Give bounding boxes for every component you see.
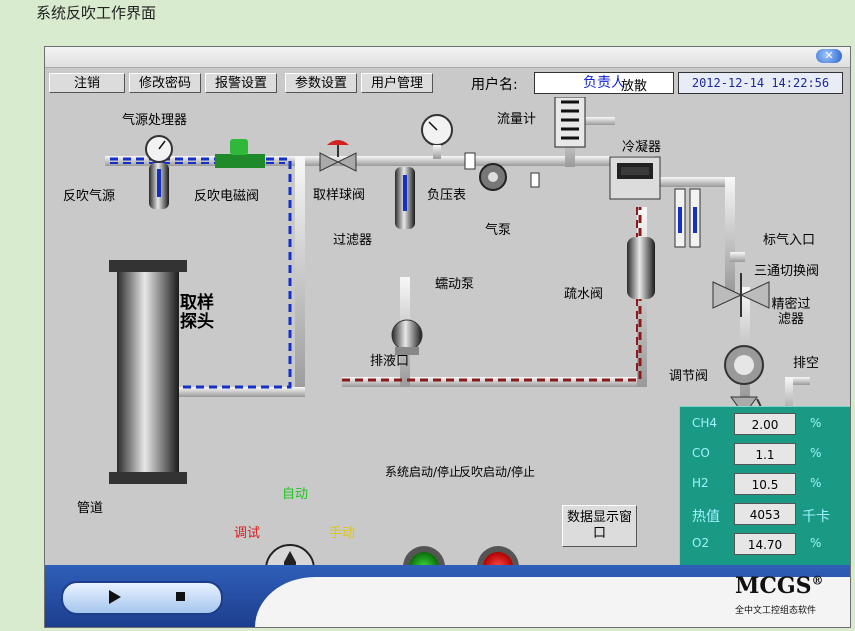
- reading-name: 热值: [692, 509, 720, 525]
- reading-name: CH4: [692, 416, 718, 430]
- sampling-probe-icon: [117, 267, 179, 477]
- mode-manual-label: 手动: [329, 526, 356, 541]
- reading-unit: 千卡: [802, 509, 830, 525]
- drain-valve-label: 疏水阀: [564, 287, 604, 302]
- air-pump-label: 气泵: [485, 223, 512, 238]
- neg-pressure-gauge-label: 负压表: [427, 188, 467, 203]
- playback-controls: [61, 581, 223, 615]
- title-bar: ✕: [45, 47, 850, 68]
- sampling-ball-valve-label: 取样球阀: [313, 188, 366, 203]
- datetime-display: 2012-12-14 14:22:56: [678, 72, 843, 94]
- reading-name: H2: [692, 476, 709, 490]
- reading-name: CO: [692, 446, 710, 460]
- reading-value: 1.1: [734, 443, 796, 465]
- logout-button[interactable]: 注销: [49, 73, 125, 93]
- regulating-valve-label: 调节阀: [669, 369, 709, 384]
- exhaust-label: 排空: [793, 356, 820, 371]
- user-management-button[interactable]: 用户管理: [361, 73, 433, 93]
- backflush-start-stop-label: 反吹启动/停止: [458, 465, 536, 479]
- data-window-button[interactable]: 数据显示窗口: [562, 505, 637, 547]
- flowmeter-label: 流量计: [497, 112, 537, 127]
- pipe-label: 管道: [77, 501, 104, 516]
- change-password-button[interactable]: 修改密码: [129, 73, 201, 93]
- reading-value: 14.70: [734, 533, 796, 555]
- parameter-settings-button[interactable]: 参数设置: [285, 73, 357, 93]
- stop-icon[interactable]: [176, 592, 185, 601]
- close-icon[interactable]: ✕: [816, 49, 842, 63]
- scada-window: ✕ 注销 修改密码 报警设置 参数设置 用户管理 用户名: 负责人 2012-1…: [44, 46, 851, 628]
- reading-unit: %: [810, 416, 822, 430]
- play-icon[interactable]: [109, 590, 121, 604]
- filter-label: 过滤器: [333, 233, 373, 248]
- username-field[interactable]: 负责人: [534, 72, 674, 94]
- brand-logo: MCGS®: [735, 573, 824, 599]
- reading-value: 2.00: [734, 413, 796, 435]
- system-start-stop-label: 系统启动/停止: [384, 465, 462, 479]
- vent-label: 放散: [621, 79, 648, 94]
- reading-name: O2: [692, 536, 710, 550]
- peristaltic-pump-icon: [391, 319, 423, 351]
- page-caption: 系统反吹工作界面: [36, 4, 157, 22]
- backflush-source-label: 反吹气源: [63, 189, 116, 204]
- backflush-valve-label: 反吹电磁阀: [194, 189, 260, 204]
- reading-value: 4053: [734, 503, 796, 525]
- precision-filter-label: 精密过滤器: [771, 297, 811, 327]
- reading-unit: %: [810, 536, 822, 550]
- sampling-riser-pipe: [295, 156, 305, 396]
- sampling-probe-label: 取样探头: [180, 293, 214, 332]
- ball-valve-icon: [319, 152, 340, 172]
- condenser-label: 冷凝器: [622, 140, 662, 155]
- reading-unit: %: [810, 446, 822, 460]
- reading-value: 10.5: [734, 473, 796, 495]
- solenoid-valve-icon: [215, 154, 265, 168]
- condenser-out-pipe: [665, 177, 735, 187]
- drain-valve-icon: [627, 237, 655, 299]
- mode-auto-label: 自动: [282, 487, 309, 502]
- reading-unit: %: [810, 476, 822, 490]
- peristaltic-pump-label: 蠕动泵: [435, 277, 475, 292]
- three-way-valve-label: 三通切换阀: [754, 264, 820, 279]
- username-label: 用户名:: [471, 77, 518, 93]
- brand-subtitle: 全中文工控组态软件: [735, 606, 817, 616]
- std-gas-inlet-label: 标气入口: [763, 233, 816, 248]
- alarm-settings-button[interactable]: 报警设置: [205, 73, 277, 93]
- air-processor-label: 气源处理器: [122, 113, 188, 128]
- readings-panel: CH4 2.00 % CO 1.1 % H2 10.5 % 热值 4053 千卡…: [679, 406, 850, 568]
- drain-port-label: 排液口: [370, 354, 410, 369]
- mode-debug-label: 调试: [234, 526, 261, 541]
